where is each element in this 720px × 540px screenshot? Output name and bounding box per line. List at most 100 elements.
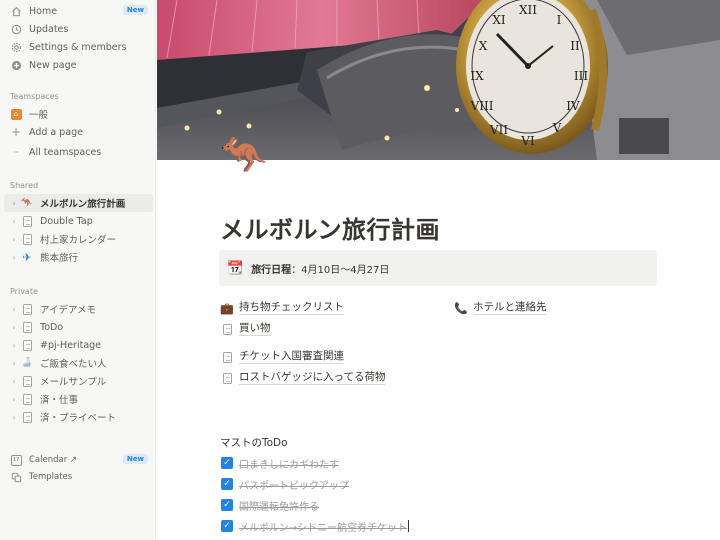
sidebar-item-label: #pj-Heritage [40, 339, 102, 351]
svg-text:IV: IV [566, 99, 580, 113]
calendar-icon: 17 [10, 454, 22, 466]
todo-label: 口まきしにカギわたす [239, 459, 339, 471]
svg-text:IX: IX [470, 69, 484, 83]
chevron-right-icon[interactable]: › [10, 235, 18, 244]
sidebar-item-pj-heritage[interactable]: › #pj-Heritage [0, 336, 156, 354]
chevron-right-icon[interactable]: › [10, 341, 18, 350]
checkbox-checked[interactable]: ✓ [221, 457, 233, 469]
sidebar-item-new-page[interactable]: New page [0, 56, 156, 74]
chevron-right-icon[interactable]: › [10, 359, 18, 368]
food-icon: 🍶 [21, 358, 33, 368]
svg-text:XI: XI [492, 13, 506, 27]
svg-text:V: V [552, 121, 562, 135]
plus-icon: + [10, 125, 22, 139]
sidebar-item-updates[interactable]: Updates [0, 20, 156, 38]
page-title[interactable]: メルボルン旅行計画 [220, 210, 440, 245]
chevron-right-icon[interactable]: › [10, 253, 18, 262]
todo-label: メルボルン→シドニー航空券チケット [239, 522, 408, 534]
gear-icon [10, 41, 22, 53]
svg-text:VI: VI [520, 134, 535, 148]
checkbox-checked[interactable]: ✓ [221, 520, 233, 532]
page-icon [220, 323, 234, 335]
chevron-right-icon[interactable]: › [10, 323, 18, 332]
clock-icon [10, 23, 22, 35]
chevron-right-icon[interactable]: › [10, 199, 18, 208]
sidebar-item-label: Home [29, 5, 58, 17]
sidebar-item-done-private[interactable]: › 済・プライベート [0, 408, 156, 426]
page-icon [21, 233, 33, 245]
link-label: 買い物 [239, 322, 271, 336]
sidebar-item-general[interactable]: ⌂ 一般 [0, 105, 156, 123]
link-lost-baggage[interactable]: ロストバゲッジに入ってる荷物 [220, 370, 386, 386]
sidebar-item-label: Double Tap [40, 215, 93, 227]
section-title-shared: Shared [10, 181, 39, 190]
sidebar-item-label: メルボルン旅行計画 [40, 199, 126, 210]
link-tickets-immigration[interactable]: チケット入国審査関連 [220, 349, 344, 365]
page-icon [21, 411, 33, 423]
svg-text:X: X [479, 39, 488, 53]
sidebar-item-label: ToDo [40, 321, 64, 333]
sidebar-item-label: 熊本旅行 [40, 253, 79, 264]
sidebar-item-label: Updates [29, 23, 69, 35]
plus-circle-icon [10, 59, 22, 71]
sidebar-item-calendar[interactable]: 17 Calendar ↗ New [0, 451, 156, 469]
sidebar-item-label: Templates [29, 472, 73, 482]
sidebar-item-label: New page [29, 59, 77, 71]
sidebar-item-settings[interactable]: Settings & members [0, 38, 156, 56]
link-hotel-contacts[interactable]: 📞 ホテルと連絡先 [454, 300, 547, 316]
chevron-right-icon[interactable]: › [10, 305, 18, 314]
sidebar-item-label: 済・仕事 [40, 395, 79, 406]
chevron-right-icon[interactable]: › [10, 413, 18, 422]
svg-text:II: II [570, 39, 580, 53]
sidebar-item-mail-sample[interactable]: › メールサンプル [0, 372, 156, 390]
briefcase-icon: 💼 [220, 301, 234, 315]
new-badge: New [122, 454, 148, 464]
svg-text:XII: XII [519, 3, 537, 17]
section-title-teamspaces: Teamspaces [10, 92, 59, 101]
sidebar-item-kumamoto[interactable]: › ✈ 熊本旅行 [0, 248, 156, 266]
templates-icon [10, 471, 22, 483]
sidebar-item-double-tap[interactable]: › Double Tap [0, 212, 156, 230]
todo-item[interactable]: ✓ パスポートピックアップ [221, 476, 349, 492]
sidebar: Home New Updates Settings & members New … [0, 0, 156, 540]
sidebar-item-melbourne[interactable]: › 🦘 メルボルン旅行計画 [4, 194, 153, 212]
sidebar-item-todo[interactable]: › ToDo [0, 318, 156, 336]
checkbox-checked[interactable]: ✓ [221, 499, 233, 511]
todo-heading[interactable]: マストのToDo [220, 435, 288, 450]
sidebar-item-label: メールサンプル [40, 377, 107, 388]
todo-item[interactable]: ✓ 国際運転免許作る [221, 497, 319, 513]
link-label: ロストバゲッジに入ってる荷物 [239, 371, 386, 385]
sidebar-item-label: Settings & members [29, 41, 127, 53]
link-label: チケット入国審査関連 [239, 350, 344, 364]
sidebar-item-add-page[interactable]: + Add a page [0, 123, 156, 141]
more-icon: ··· [13, 147, 20, 157]
sidebar-item-done-work[interactable]: › 済・仕事 [0, 390, 156, 408]
sidebar-item-idea-memo[interactable]: › アイデアメモ [0, 300, 156, 318]
phone-icon: 📞 [454, 301, 468, 315]
house-emoji-icon: ⌂ [10, 108, 22, 120]
callout-trip-dates[interactable]: 📆 旅行日程 ：4月10日〜4月27日 [219, 250, 657, 286]
svg-text:I: I [557, 13, 562, 27]
link-packing-checklist[interactable]: 💼 持ち物チェックリスト [220, 300, 344, 316]
todo-label: 国際運転免許作る [239, 501, 319, 513]
chevron-right-icon[interactable]: › [10, 217, 18, 226]
sidebar-item-family-calendar[interactable]: › 村上家カレンダー [0, 230, 156, 248]
link-shopping[interactable]: 買い物 [220, 321, 271, 337]
todo-item[interactable]: ✓ メルボルン→シドニー航空券チケット [221, 518, 410, 534]
section-title-private: Private [10, 287, 38, 296]
sidebar-item-home[interactable]: Home New [0, 2, 156, 20]
svg-text:III: III [574, 69, 588, 83]
chevron-right-icon[interactable]: › [10, 395, 18, 404]
page-icon [21, 321, 33, 333]
page-icon [220, 372, 234, 384]
new-badge: New [122, 5, 148, 15]
page-icon-kangaroo[interactable]: 🦘 [220, 136, 267, 174]
page-icon [21, 303, 33, 315]
checkbox-checked[interactable]: ✓ [221, 478, 233, 490]
sidebar-item-dinner[interactable]: › 🍶 ご飯食べたい人 [0, 354, 156, 372]
sidebar-item-templates[interactable]: Templates [0, 468, 156, 486]
chevron-right-icon[interactable]: › [10, 377, 18, 386]
todo-item[interactable]: ✓ 口まきしにカギわたす [221, 455, 339, 471]
sidebar-item-all-teamspaces[interactable]: ··· All teamspaces [0, 143, 156, 161]
callout-label: 旅行日程 [251, 264, 292, 276]
